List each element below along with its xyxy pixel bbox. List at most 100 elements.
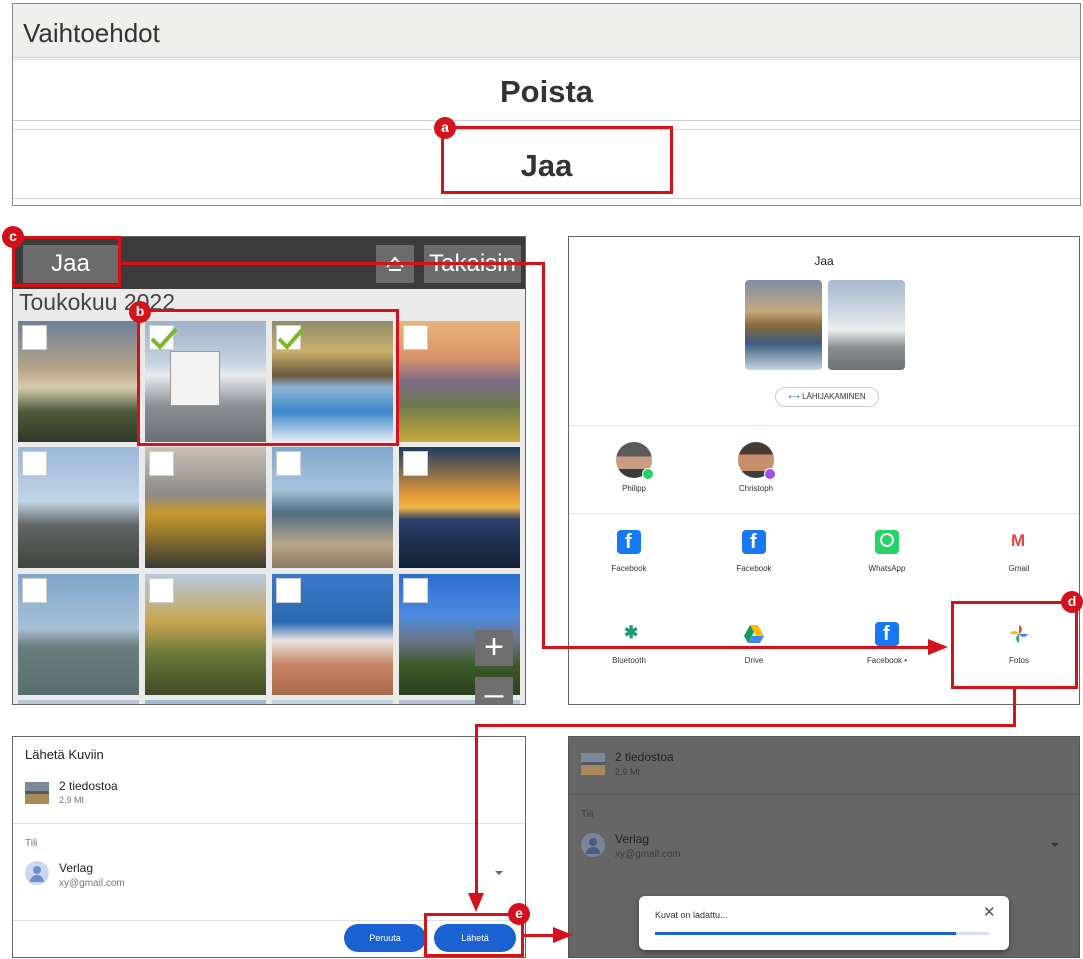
photo-thumbnail[interactable]	[18, 321, 139, 442]
photo-thumbnail[interactable]	[272, 700, 393, 704]
account-label: Tili	[25, 838, 38, 849]
contact-name: Philipp	[621, 484, 646, 493]
photo-checkbox[interactable]	[22, 451, 47, 476]
photo-checkbox[interactable]	[276, 578, 301, 603]
divider	[569, 425, 1079, 426]
app-facebook[interactable]: f Facebook	[584, 530, 674, 573]
connector-line	[475, 724, 1016, 727]
account-name[interactable]: Verlag	[59, 861, 93, 875]
photo-checkbox[interactable]	[403, 578, 428, 603]
photo-checkbox[interactable]	[276, 451, 301, 476]
callout-badge-b: b	[129, 301, 151, 323]
account-email: xy@gmail.com	[615, 849, 681, 860]
photo-thumbnail[interactable]	[145, 447, 266, 568]
photo-checkbox[interactable]	[403, 451, 428, 476]
callout-badge-a: a	[434, 117, 456, 139]
nearby-share-icon: ⟷	[788, 392, 803, 401]
file-count: 2 tiedostoa	[59, 779, 118, 793]
gallery-panel: Jaa Takaisin Toukokuu 2022 + –	[12, 236, 526, 705]
app-facebook[interactable]: f Facebook	[709, 530, 799, 573]
connector-line	[475, 724, 478, 896]
divider	[569, 513, 1079, 514]
app-label: Gmail	[1008, 564, 1030, 573]
shared-photo-preview	[745, 280, 822, 370]
file-thumbnail	[581, 753, 605, 775]
connector-line	[542, 262, 545, 649]
nearby-share-label: LÄHIJAKAMINEN	[802, 392, 866, 401]
cancel-button[interactable]: Peruuta	[344, 924, 426, 952]
toast-message: Kuvat on ladattu...	[655, 910, 728, 920]
facebook-icon: f	[617, 530, 641, 554]
account-dropdown-icon	[1051, 843, 1059, 847]
options-title: Vaihtoehdot	[23, 18, 160, 48]
avatar	[616, 442, 654, 480]
direct-share-contact[interactable]: Philipp	[599, 442, 669, 493]
arrow-head-icon	[928, 639, 948, 655]
callout-box-b	[137, 309, 399, 446]
app-label: Facebook •	[866, 656, 908, 665]
delete-label: Poista	[499, 74, 594, 109]
callout-box-c	[12, 236, 121, 287]
zoom-out-button[interactable]: –	[475, 677, 513, 704]
account-avatar	[25, 861, 49, 885]
delete-button[interactable]: Poista	[13, 59, 1080, 121]
avatar	[738, 442, 776, 480]
photo-thumbnail[interactable]	[399, 447, 520, 568]
app-label: Bluetooth	[612, 656, 646, 665]
photo-checkbox[interactable]	[149, 451, 174, 476]
photo-thumbnail[interactable]	[145, 700, 266, 704]
photo-checkbox[interactable]	[403, 325, 428, 350]
photo-thumbnail[interactable]	[399, 321, 520, 442]
app-gmail[interactable]: M Gmail	[974, 530, 1064, 573]
shared-photo-preview	[828, 280, 905, 370]
account-dropdown-icon[interactable]	[495, 871, 503, 875]
gmail-icon: M	[1007, 530, 1031, 554]
app-whatsapp[interactable]: WhatsApp	[842, 530, 932, 573]
photo-checkbox[interactable]	[22, 578, 47, 603]
app-label: Facebook	[611, 564, 647, 573]
file-size: 2,9 Mt	[615, 767, 641, 777]
zoom-in-button[interactable]: +	[475, 630, 513, 666]
close-icon[interactable]: ✕	[983, 903, 996, 921]
divider	[13, 823, 525, 824]
progress-track	[655, 932, 989, 935]
connector-line	[524, 934, 554, 937]
progress-fill	[655, 932, 956, 935]
app-facebook-more[interactable]: f Facebook •	[842, 622, 932, 665]
photo-thumbnail[interactable]	[18, 700, 139, 704]
photo-thumbnail[interactable]	[145, 574, 266, 695]
app-bluetooth[interactable]: ✱ Bluetooth	[584, 622, 674, 665]
photo-thumbnail[interactable]	[18, 447, 139, 568]
connector-line	[542, 646, 932, 649]
connector-line	[121, 262, 544, 265]
whatsapp-icon	[875, 530, 899, 554]
share-sheet-title: Jaa	[814, 254, 834, 268]
dialog-title: Lähetä Kuviin	[25, 747, 104, 762]
connector-line	[1013, 689, 1016, 727]
account-avatar	[581, 833, 605, 857]
account-email: xy@gmail.com	[59, 878, 125, 889]
divider	[569, 794, 1079, 795]
arrow-head-icon	[468, 893, 484, 912]
contact-name: Christoph	[738, 484, 774, 493]
photo-checkbox[interactable]	[149, 578, 174, 603]
arrow-head-icon	[553, 927, 573, 943]
options-header: Vaihtoehdot	[13, 4, 1080, 58]
app-label: WhatsApp	[868, 564, 906, 573]
facebook-icon: f	[875, 622, 899, 646]
photo-thumbnail[interactable]	[272, 447, 393, 568]
bluetooth-icon: ✱	[617, 622, 641, 646]
account-name: Verlag	[615, 832, 650, 846]
direct-share-contact[interactable]: Christoph	[721, 442, 791, 493]
messenger-badge-icon	[764, 468, 776, 480]
whatsapp-badge-icon	[642, 468, 654, 480]
facebook-icon: f	[742, 530, 766, 554]
photo-thumbnail[interactable]	[272, 574, 393, 695]
app-drive[interactable]: Drive	[709, 622, 799, 665]
file-size: 2,9 Mt	[59, 795, 85, 805]
photo-checkbox[interactable]	[22, 325, 47, 350]
nearby-share-button[interactable]: ⟷ LÄHIJAKAMINEN	[775, 387, 879, 407]
app-label: Facebook	[736, 564, 772, 573]
photo-thumbnail[interactable]	[18, 574, 139, 695]
upload-toast: Kuvat on ladattu... ✕	[639, 896, 1009, 950]
